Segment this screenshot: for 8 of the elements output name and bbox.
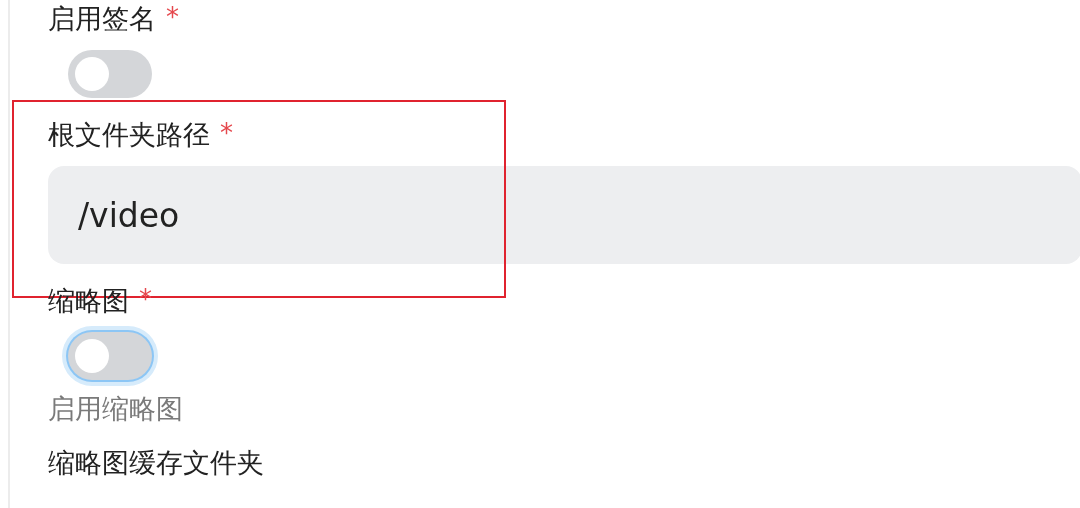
required-mark: *	[220, 118, 233, 148]
help-text: 启用缩略图	[48, 392, 184, 426]
toggle-switch[interactable]	[68, 50, 152, 98]
input-field[interactable]: /video	[48, 166, 1080, 264]
required-mark: *	[166, 2, 179, 32]
field-label: 缩略图缓存文件夹	[48, 446, 264, 480]
field-label: 根文件夹路径	[48, 118, 210, 152]
field-label: 启用签名	[48, 2, 156, 36]
